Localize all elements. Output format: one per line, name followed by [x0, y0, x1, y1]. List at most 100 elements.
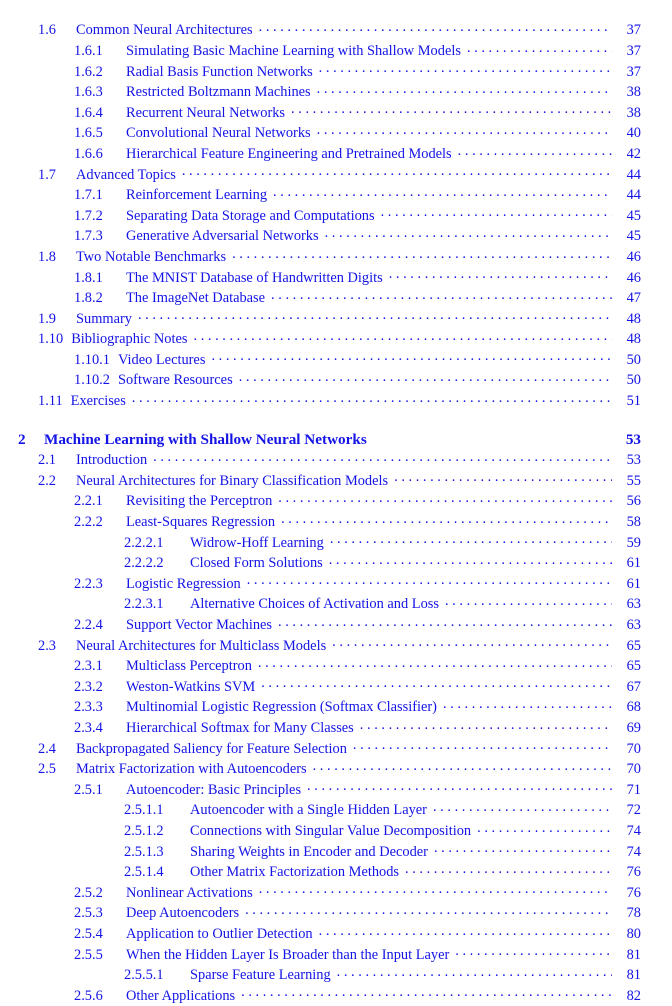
toc-entry-title: Separating Data Storage and Computations [126, 207, 375, 224]
toc-entry-title: Introduction [76, 452, 148, 469]
toc-entry-row[interactable]: 2.5.1.3 Sharing Weights in Encoder and De… [0, 841, 672, 862]
toc-chapter-row[interactable]: 2 Machine Learning with Shallow Neural Ne… [0, 429, 672, 450]
toc-entry-row[interactable]: 2.5 Matrix Factorization with Autoencoder… [0, 759, 672, 780]
toc-entry-row[interactable]: 2.4 Backpropagated Saliency for Feature S… [0, 738, 672, 759]
toc-dot-leader [319, 924, 612, 938]
toc-page-number: 61 [626, 575, 641, 592]
toc-entry-number: 2.5.1 [74, 781, 103, 798]
toc-page-number: 37 [626, 42, 641, 59]
toc-entry-row[interactable]: 2.3.1 Multiclass Perceptron 65 [0, 656, 672, 677]
toc-entry-number: 2.5.4 [74, 925, 103, 942]
toc-dot-leader [329, 553, 612, 567]
toc-entry-row[interactable]: 2.3.2 Weston-Watkins SVM 67 [0, 676, 672, 697]
toc-entry-row[interactable]: 2.3 Neural Architectures for Multiclass M… [0, 635, 672, 656]
toc-entry-number: 2.3.1 [74, 658, 103, 675]
toc-entry-number: 2.5.2 [74, 884, 103, 901]
toc-entry-title: Two Notable Benchmarks [76, 248, 227, 265]
toc-entry-number: 2.1 [38, 452, 56, 469]
toc-entry-row[interactable]: 1.7 Advanced Topics 44 [0, 164, 672, 185]
toc-dot-leader [278, 615, 612, 629]
toc-entry-number: 1.10.1 [74, 351, 110, 368]
toc-entry-row[interactable]: 2.2.3.1 Alternative Choices of Activation… [0, 594, 672, 615]
toc-entry-row[interactable]: 2.2.2.2 Closed Form Solutions 61 [0, 553, 672, 574]
toc-entry-row[interactable]: 2.5.2 Nonlinear Activations 76 [0, 882, 672, 903]
toc-entry-title: Support Vector Machines [126, 617, 273, 634]
toc-entry-title: Multinomial Logistic Regression (Softmax… [126, 699, 437, 716]
toc-dot-leader [232, 247, 612, 261]
toc-entry-row[interactable]: 2.5.3 Deep Autoencoders 78 [0, 903, 672, 924]
toc-entry-row[interactable]: 1.8.2 The ImageNet Database 47 [0, 288, 672, 309]
toc-entry-row[interactable]: 1.7.1 Reinforcement Learning 44 [0, 185, 672, 206]
toc-entry-row[interactable]: 2.3.3 Multinomial Logistic Regression (So… [0, 697, 672, 718]
toc-entry-row[interactable]: 1.7.3 Generative Adversarial Networks 45 [0, 226, 672, 247]
toc-dot-leader [434, 841, 612, 855]
toc-page-number: 81 [626, 946, 641, 963]
toc-page-number: 44 [626, 187, 641, 204]
toc-entry-row[interactable]: 1.6.3 Restricted Boltzmann Machines 38 [0, 82, 672, 103]
toc-page-number: 46 [626, 269, 641, 286]
toc-entry-row[interactable]: 1.10.2 Software Resources 50 [0, 370, 672, 391]
toc-entry-row[interactable]: 2.1 Introduction 53 [0, 450, 672, 471]
toc-dot-leader [337, 965, 612, 979]
toc-entry-number: 1.8 [38, 248, 56, 265]
toc-entry-title: Recurrent Neural Networks [126, 104, 286, 121]
toc-entry-row[interactable]: 2.5.4 Application to Outlier Detection 80 [0, 924, 672, 945]
toc-dot-leader [360, 718, 612, 732]
toc-page-number: 45 [626, 207, 641, 224]
toc-entry-number: 1.7.2 [74, 207, 103, 224]
toc-entry-title: Matrix Factorization with Autoencoders [76, 761, 307, 778]
toc-entry-row[interactable]: 2.5.1.2 Connections with Singular Value D… [0, 821, 672, 842]
toc-dot-leader [182, 164, 612, 178]
toc-entry-row[interactable]: 1.6.2 Radial Basis Function Networks 37 [0, 61, 672, 82]
toc-dot-leader [313, 759, 612, 773]
toc-entry-number: 1.8.2 [74, 290, 103, 307]
toc-entry-number: 2.5.3 [74, 905, 103, 922]
toc-entry-number: 1.6.3 [74, 84, 103, 101]
toc-dot-leader [458, 144, 612, 158]
toc-entry-title: Least-Squares Regression [126, 514, 276, 531]
toc-entry-row[interactable]: 1.7.2 Separating Data Storage and Computa… [0, 205, 672, 226]
toc-entry-title: Autoencoder: Basic Principles [126, 781, 302, 798]
toc-dot-leader [373, 429, 612, 444]
toc-entry-row[interactable]: 2.5.1 Autoencoder: Basic Principles 71 [0, 779, 672, 800]
toc-entry-row[interactable]: 2.5.5 When the Hidden Layer Is Broader th… [0, 944, 672, 965]
toc-entry-title: Convolutional Neural Networks [126, 125, 311, 142]
toc-entry-row[interactable]: 2.3.4 Hierarchical Softmax for Many Class… [0, 718, 672, 739]
toc-entry-number: 1.6 [38, 22, 56, 39]
toc-entry-row[interactable]: 2.2.2 Least-Squares Regression 58 [0, 512, 672, 533]
table-of-contents: 1.6 Common Neural Architectures 37 1.6.1 Sim… [0, 0, 672, 1006]
toc-entry-number: 2.5.6 [74, 987, 103, 1004]
toc-entry-row[interactable]: 2.2.1 Revisiting the Perceptron 56 [0, 491, 672, 512]
toc-entry-row[interactable]: 2.5.1.1 Autoencoder with a Single Hidden … [0, 800, 672, 821]
toc-entry-row[interactable]: 2.5.6 Other Applications 82 [0, 985, 672, 1006]
toc-entry-number: 1.9 [38, 310, 56, 327]
toc-entry-number: 2.5.1.1 [124, 802, 164, 819]
toc-entry-row[interactable]: 1.6.1 Simulating Basic Machine Learning w… [0, 41, 672, 62]
toc-page-number: 50 [626, 351, 641, 368]
toc-entry-number: 2.2.4 [74, 617, 103, 634]
toc-entry-row[interactable]: 1.10 Bibliographic Notes 48 [0, 329, 672, 350]
toc-entry-row[interactable]: 1.10.1 Video Lectures 50 [0, 350, 672, 371]
toc-entry-row[interactable]: 1.6 Common Neural Architectures 37 [0, 20, 672, 41]
toc-entry-row[interactable]: 1.8 Two Notable Benchmarks 46 [0, 247, 672, 268]
toc-entry-row[interactable]: 1.11 Exercises 51 [0, 391, 672, 412]
toc-entry-number: 1.6.5 [74, 125, 103, 142]
toc-entry-number: 1.11 [38, 393, 63, 410]
toc-entry-title: Hierarchical Feature Engineering and Pre… [126, 145, 452, 162]
toc-page-number: 38 [626, 104, 641, 121]
toc-dot-leader [259, 20, 612, 34]
toc-entry-row[interactable]: 2.2 Neural Architectures for Binary Class… [0, 470, 672, 491]
toc-entry-number: 2.3.4 [74, 719, 103, 736]
toc-entry-number: 2.4 [38, 740, 56, 757]
toc-entry-row[interactable]: 1.6.5 Convolutional Neural Networks 40 [0, 123, 672, 144]
toc-entry-row[interactable]: 1.9 Summary 48 [0, 308, 672, 329]
toc-dot-leader [332, 635, 612, 649]
toc-entry-row[interactable]: 2.2.2.1 Widrow-Hoff Learning 59 [0, 532, 672, 553]
toc-entry-row[interactable]: 2.2.3 Logistic Regression 61 [0, 573, 672, 594]
toc-entry-row[interactable]: 2.2.4 Support Vector Machines 63 [0, 615, 672, 636]
toc-entry-row[interactable]: 2.5.1.4 Other Matrix Factorization Method… [0, 862, 672, 883]
toc-entry-row[interactable]: 1.6.6 Hierarchical Feature Engineering an… [0, 144, 672, 165]
toc-entry-row[interactable]: 1.6.4 Recurrent Neural Networks 38 [0, 102, 672, 123]
toc-entry-title: Backpropagated Saliency for Feature Sele… [76, 740, 347, 757]
toc-entry-row[interactable]: 1.8.1 The MNIST Database of Handwritten D… [0, 267, 672, 288]
